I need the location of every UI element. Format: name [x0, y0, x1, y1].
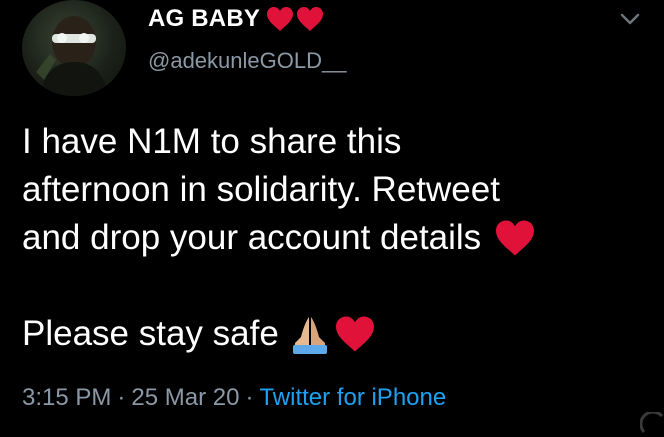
tweet-line-text: and drop your account details — [22, 218, 482, 257]
tweet-line-text: I have N1M to share this — [22, 122, 402, 161]
paragraph-break — [22, 262, 642, 310]
tweet-line: I have N1M to share this — [22, 118, 642, 166]
tweet-line: afternoon in solidarity. Retweet — [22, 166, 642, 214]
heart-icon — [295, 6, 325, 32]
tweet-line-text: afternoon in solidarity. Retweet — [22, 170, 500, 209]
tweet-line: and drop your account details — [22, 214, 642, 262]
author-handle[interactable]: @adekunleGOLD__ — [148, 48, 346, 74]
tweet-meta: 3:15 PM · 25 Mar 20 · Twitter for iPhone — [22, 384, 446, 412]
tweet-time: 3:15 PM — [22, 384, 112, 411]
author-name-row[interactable]: AG BABY — [148, 2, 325, 36]
chevron-down-icon[interactable] — [616, 6, 644, 32]
heart-icon — [333, 315, 377, 353]
loading-spinner-icon — [639, 410, 664, 437]
tweet-date: 25 Mar 20 — [131, 384, 240, 411]
heart-icon — [265, 6, 295, 32]
tweet-source-link[interactable]: Twitter for iPhone — [259, 384, 446, 412]
avatar[interactable] — [22, 0, 126, 96]
display-name[interactable]: AG BABY — [148, 5, 260, 33]
tweet-text: I have N1M to share this afternoon in so… — [22, 118, 642, 358]
meta-separator: · — [117, 384, 126, 411]
heart-icon — [493, 219, 537, 257]
tweet-line: Please stay safe — [22, 310, 642, 358]
meta-separator: · — [245, 384, 254, 411]
praying-hands-icon — [289, 313, 331, 355]
tweet-line-text: Please stay safe — [22, 314, 279, 353]
name-emojis — [265, 6, 325, 32]
avatar-photo — [36, 16, 108, 96]
